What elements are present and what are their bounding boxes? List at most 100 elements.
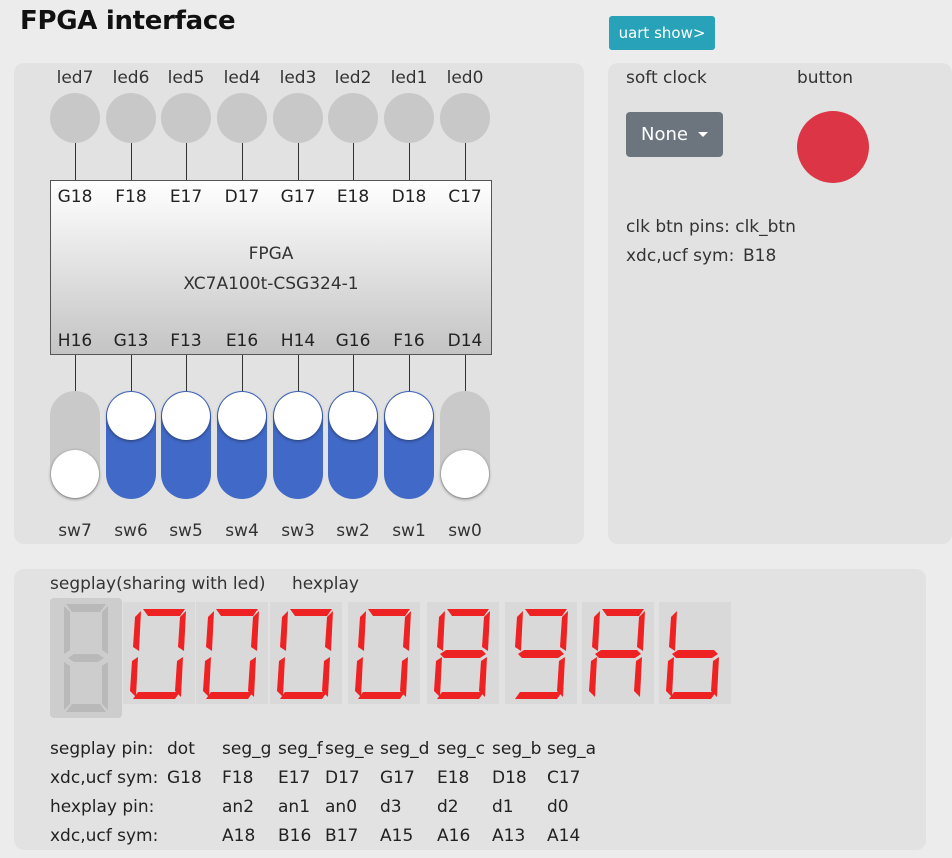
seg-e <box>64 662 70 710</box>
switch-wire <box>75 355 76 391</box>
switch-wire <box>353 355 354 391</box>
hex-digit-segments <box>130 609 186 699</box>
pin-table-cell: seg_d <box>380 739 430 759</box>
hex-digit-segments <box>203 609 259 699</box>
seg-c <box>175 657 183 697</box>
seg-d <box>592 692 639 699</box>
seg-g <box>283 650 329 658</box>
soft-clock-dropdown[interactable]: None <box>626 112 723 157</box>
switch-toggle[interactable] <box>384 391 434 499</box>
chip-pin: F18 <box>115 187 147 207</box>
seg-a <box>368 609 410 616</box>
switch-toggle[interactable] <box>328 391 378 499</box>
hex-digit <box>123 602 195 704</box>
seg-f <box>437 611 445 651</box>
switch-toggle[interactable] <box>106 391 156 499</box>
seg-b <box>325 611 333 651</box>
led-wire <box>75 143 76 181</box>
segplay-segments <box>64 604 108 712</box>
pin-table-cell: A13 <box>492 826 526 846</box>
seg-f <box>669 611 677 651</box>
pin-table-cell: A14 <box>547 826 581 846</box>
seg-a <box>216 609 258 616</box>
seg-e <box>512 657 520 697</box>
seg-b <box>637 611 645 651</box>
pin-table-cell: seg_e <box>325 739 375 759</box>
seg-e <box>434 657 442 697</box>
fpga-chip: G18 F18 E17 D17 G17 E18 D18 C17 FPGA XC7A100t-C… <box>50 180 492 355</box>
hex-digit-segments <box>277 609 333 699</box>
chip-pin: D18 <box>391 187 427 207</box>
pin-table-cell: seg_b <box>492 739 542 759</box>
switch-knob <box>162 392 210 440</box>
led-indicator <box>50 93 100 143</box>
seg-c <box>557 657 565 697</box>
caret-down-icon <box>697 132 708 137</box>
seg-e <box>355 657 363 697</box>
uart-show-button[interactable]: uart show> <box>609 16 715 50</box>
pin-table-cell: dot <box>167 739 195 759</box>
hex-digit <box>348 602 420 704</box>
seg-f <box>515 611 523 651</box>
switch-toggle[interactable] <box>440 391 490 499</box>
led-indicator <box>384 93 434 143</box>
seg-g <box>440 650 486 658</box>
chip-pin: G13 <box>113 331 149 351</box>
seg-f <box>358 611 366 651</box>
switch-toggle[interactable] <box>217 391 267 499</box>
hex-digit-segments <box>434 609 490 699</box>
seg-g <box>361 650 407 658</box>
seg-b <box>714 611 722 651</box>
pin-table-cell: d3 <box>380 797 402 817</box>
switch-label: sw0 <box>448 521 482 541</box>
seg-d <box>66 704 106 712</box>
chip-pin: D14 <box>447 331 483 351</box>
soft-clock-value: None <box>641 124 688 145</box>
pin-table-cell: d1 <box>492 797 514 817</box>
chip-pin: G18 <box>57 187 93 207</box>
led-label: led0 <box>446 68 484 88</box>
seg-a <box>66 604 106 612</box>
seg-e <box>130 657 138 697</box>
led-label: led2 <box>334 68 372 88</box>
hexplay-label: hexplay <box>292 574 359 594</box>
switch-label: sw1 <box>392 521 426 541</box>
hex-digit-segments <box>355 609 411 699</box>
led-indicator <box>217 93 267 143</box>
pin-table-cell: segplay pin: <box>50 739 154 759</box>
switch-knob <box>274 392 322 440</box>
led-indicator <box>161 93 211 143</box>
chip-top-pins: G18 F18 E17 D17 G17 E18 D18 C17 <box>50 187 492 211</box>
pin-table-cell: d2 <box>437 797 459 817</box>
switch-label: sw6 <box>114 521 148 541</box>
soft-clock-label: soft clock <box>626 68 707 88</box>
chip-pin: F13 <box>170 331 202 351</box>
seg-d <box>515 692 562 699</box>
switch-toggle[interactable] <box>50 391 100 499</box>
pin-table-cell: F18 <box>222 768 254 788</box>
led-wire <box>409 143 410 181</box>
chip-pin: H14 <box>280 331 316 351</box>
led-indicator <box>328 93 378 143</box>
switch-toggle[interactable] <box>273 391 323 499</box>
chip-pin: D17 <box>224 187 260 207</box>
led-label: led5 <box>167 68 205 88</box>
switch-label: sw2 <box>336 521 370 541</box>
seg-g <box>136 650 182 658</box>
led-wire <box>131 143 132 181</box>
seg-e <box>277 657 285 697</box>
hex-digit-segments <box>512 609 568 699</box>
seg-f <box>592 611 600 651</box>
seg-b <box>178 611 186 651</box>
pin-table-cell: an1 <box>278 797 311 817</box>
clk-button[interactable] <box>797 111 869 183</box>
segplay-digit <box>50 598 122 718</box>
seg-f <box>64 606 70 654</box>
pin-table-cell: hexplay pin: <box>50 797 155 817</box>
switch-toggle[interactable] <box>161 391 211 499</box>
seg-c <box>322 657 330 697</box>
seg-b <box>102 606 108 654</box>
switch-knob <box>218 392 266 440</box>
seg-d <box>669 692 716 699</box>
seg-g <box>672 650 718 658</box>
